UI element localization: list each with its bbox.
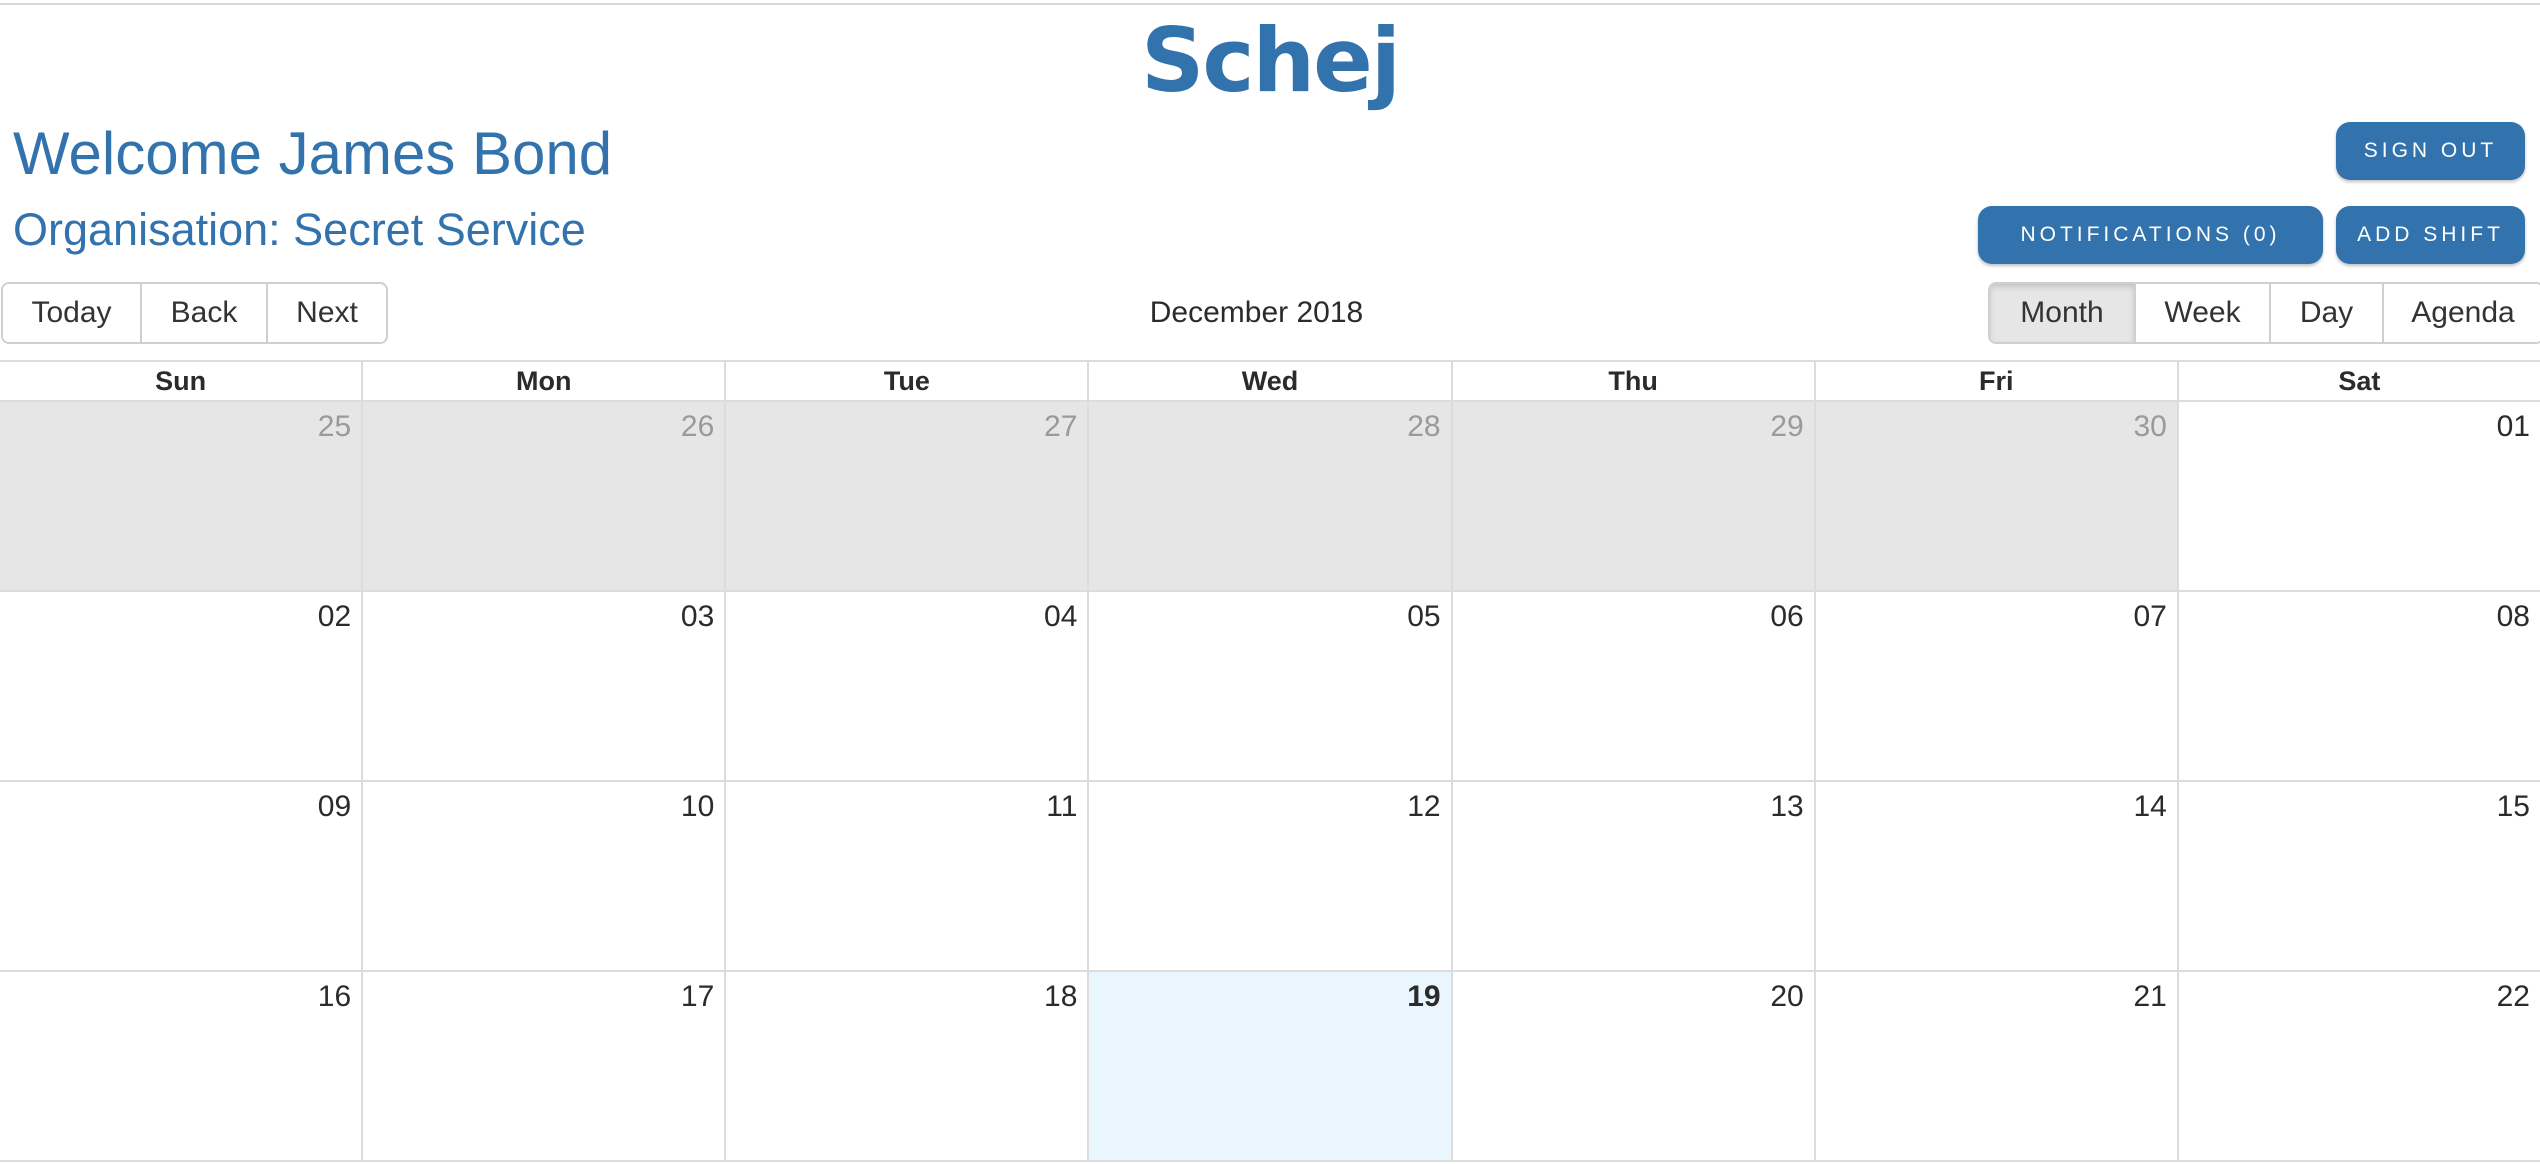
- calendar-day-cell[interactable]: 11: [726, 782, 1090, 970]
- calendar-day-cell[interactable]: 06: [1453, 592, 1816, 780]
- calendar-day-cell[interactable]: 22: [2179, 972, 2540, 1160]
- calendar-day-cell[interactable]: 03: [363, 592, 727, 780]
- calendar-day-cell[interactable]: 16: [0, 972, 364, 1160]
- sign-out-button[interactable]: SIGN OUT: [2336, 122, 2525, 180]
- day-number: 09: [317, 790, 352, 823]
- view-button-group: Month Week Day Agenda: [1988, 282, 2540, 344]
- day-number: 08: [2496, 600, 2530, 633]
- calendar-day-cell[interactable]: 13: [1453, 782, 1816, 970]
- view-month-button[interactable]: Month: [1990, 284, 2136, 342]
- day-number: 11: [1046, 790, 1078, 823]
- weekday-header-mon: Mon: [363, 362, 727, 400]
- next-button[interactable]: Next: [268, 284, 386, 342]
- day-number: 25: [317, 410, 352, 443]
- calendar-day-cell[interactable]: 18: [726, 972, 1090, 1160]
- calendar-day-cell[interactable]: 07: [1816, 592, 2179, 780]
- day-number: 22: [2496, 980, 2530, 1013]
- day-number: 21: [2133, 980, 2167, 1013]
- add-shift-button[interactable]: ADD SHIFT: [2336, 206, 2525, 264]
- today-button[interactable]: Today: [3, 284, 142, 342]
- view-week-button[interactable]: Week: [2136, 284, 2271, 342]
- calendar-day-cell[interactable]: 28: [1089, 402, 1453, 590]
- calendar-day-cell[interactable]: 01: [2179, 402, 2540, 590]
- day-number: 01: [2496, 410, 2530, 443]
- calendar-day-cell[interactable]: 10: [363, 782, 727, 970]
- calendar-week-row: 16 17 18 19 20 21 22: [0, 972, 2540, 1162]
- calendar-day-cell-today[interactable]: 19: [1089, 972, 1453, 1160]
- weekday-header-sat: Sat: [2338, 366, 2381, 396]
- organisation-heading: Organisation: Secret Service: [13, 204, 586, 255]
- calendar-day-cell[interactable]: 17: [363, 972, 727, 1160]
- calendar-day-cell[interactable]: 26: [363, 402, 727, 590]
- weekday-header-wed: Wed: [1089, 362, 1453, 400]
- navigation-button-group: Today Back Next: [1, 282, 388, 344]
- day-number: 16: [317, 980, 352, 1013]
- weekday-header-fri: Fri: [1816, 362, 2179, 400]
- weekday-header-row: Sun Mon Tue Wed Thu Fri Sat: [0, 362, 2540, 402]
- top-divider: [0, 3, 2540, 5]
- day-number: 29: [1770, 410, 1804, 443]
- day-number: 03: [680, 600, 715, 633]
- calendar-day-cell[interactable]: 09: [0, 782, 364, 970]
- calendar-week-row: 02 03 04 05 06 07 08: [0, 592, 2540, 782]
- calendar-day-cell[interactable]: 08: [2179, 592, 2540, 780]
- day-number: 13: [1770, 790, 1804, 823]
- calendar-day-cell[interactable]: 29: [1452, 402, 1816, 590]
- view-agenda-button[interactable]: Agenda: [2384, 284, 2540, 342]
- day-number: 18: [1044, 980, 1078, 1013]
- notifications-button[interactable]: NOTIFICATIONS (0): [1978, 206, 2323, 264]
- day-number: 27: [1044, 410, 1078, 443]
- calendar-day-cell[interactable]: 30: [1815, 402, 2179, 590]
- weekday-header-tue: Tue: [726, 362, 1090, 400]
- calendar-day-cell[interactable]: 05: [1089, 592, 1453, 780]
- welcome-heading: Welcome James Bond: [13, 120, 613, 187]
- day-number: 26: [680, 410, 715, 443]
- day-number: 28: [1407, 410, 1441, 443]
- calendar-day-cell[interactable]: 15: [2179, 782, 2540, 970]
- calendar-day-cell[interactable]: 04: [726, 592, 1090, 780]
- calendar-day-cell[interactable]: 21: [1816, 972, 2179, 1160]
- calendar-week-row: 25 26 27 28 29 30 01: [0, 402, 2540, 592]
- app-logo: Schej: [1140, 9, 1401, 112]
- calendar-day-cell[interactable]: 20: [1453, 972, 1816, 1160]
- day-number: 02: [317, 600, 352, 633]
- day-number: 12: [1407, 790, 1441, 823]
- month-calendar: Sun Mon Tue Wed Thu Fri Sat 25 26 27 28 29 30 01 02 03…: [0, 360, 2540, 1164]
- day-number: 15: [2496, 790, 2530, 823]
- day-number: 07: [2133, 600, 2167, 633]
- day-number: 20: [1770, 980, 1804, 1013]
- day-number: 17: [680, 980, 715, 1013]
- day-number: 19: [1407, 980, 1441, 1013]
- calendar-weeks: 25 26 27 28 29 30 01 02 03 04 05 06 07 08 09 10 11 12 13 14…: [0, 402, 2540, 1162]
- weekday-header-sun: Sun: [0, 362, 364, 400]
- day-number: 06: [1770, 600, 1804, 633]
- back-button[interactable]: Back: [142, 284, 268, 342]
- day-number: 05: [1407, 600, 1441, 633]
- calendar-day-cell[interactable]: 14: [1816, 782, 2179, 970]
- view-day-button[interactable]: Day: [2271, 284, 2384, 342]
- calendar-day-cell[interactable]: 12: [1089, 782, 1453, 970]
- day-number: 10: [680, 790, 715, 823]
- calendar-week-row: 09 10 11 12 13 14 15: [0, 782, 2540, 972]
- month-label: December 2018: [1149, 296, 1364, 329]
- day-number: 04: [1044, 600, 1078, 633]
- day-number: 30: [2133, 410, 2167, 443]
- day-number: 14: [2133, 790, 2167, 823]
- calendar-day-cell[interactable]: 27: [726, 402, 1090, 590]
- calendar-day-cell[interactable]: 02: [0, 592, 364, 780]
- calendar-day-cell[interactable]: 25: [0, 402, 364, 590]
- weekday-header-thu: Thu: [1453, 362, 1816, 400]
